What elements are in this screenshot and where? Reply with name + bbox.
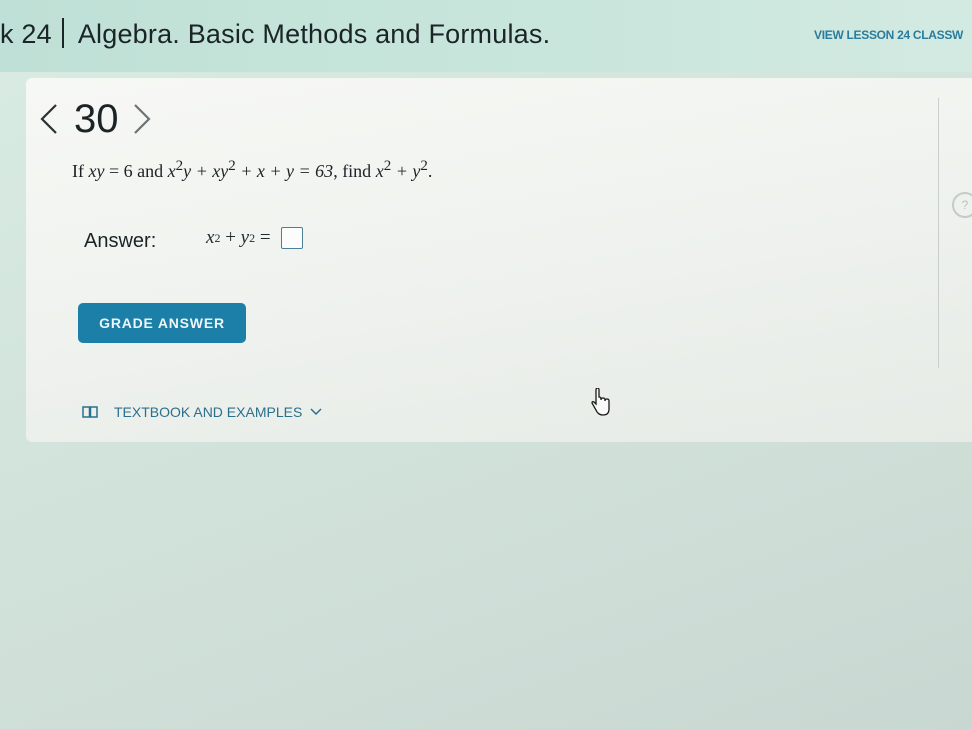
q-x2: x: [375, 161, 384, 181]
hand-cursor-icon: [591, 388, 610, 416]
previous-problem-icon[interactable]: [38, 101, 60, 137]
breadcrumb-week: k 24: [0, 19, 52, 49]
answer-plus: +: [220, 227, 241, 248]
next-problem-icon[interactable]: [131, 101, 153, 137]
answer-label: Answer:: [84, 230, 157, 252]
problem-navigation: 30: [38, 94, 153, 144]
q-plus-y: + y: [391, 161, 421, 181]
problem-number: 30: [74, 96, 119, 141]
q-period: .: [427, 161, 433, 181]
view-lesson-link[interactable]: VIEW LESSON 24 CLASSW: [814, 28, 963, 42]
textbook-toggle[interactable]: TEXTBOOK AND EXAMPLES: [82, 404, 322, 420]
grade-answer-button[interactable]: GRADE ANSWER: [78, 303, 246, 343]
q-eq6: = 6: [104, 161, 133, 181]
q-x: x: [167, 161, 176, 181]
side-help-icon[interactable]: ?: [952, 192, 972, 218]
q-and: and: [132, 161, 164, 181]
page-title: Algebra. Basic Methods and Formulas.: [77, 19, 551, 49]
chevron-down-icon: [310, 408, 322, 416]
answer-y: y: [240, 227, 250, 248]
book-icon: [82, 406, 98, 418]
q-y-plus-xy: y + xy: [183, 161, 229, 181]
q-if: If: [72, 161, 84, 181]
q-xy: xy: [88, 161, 105, 181]
breadcrumb: k 24 Algebra. Basic Methods and Formulas.: [0, 18, 550, 50]
card-divider: [938, 98, 939, 368]
answer-x: x: [206, 227, 215, 248]
answer-input[interactable]: [281, 227, 304, 249]
problem-card: [26, 78, 972, 442]
answer-equals: =: [255, 227, 276, 248]
q-rest: + x + y = 63: [235, 161, 334, 181]
textbook-label: TEXTBOOK AND EXAMPLES: [114, 404, 303, 420]
q-find: , find: [333, 161, 372, 181]
q-exp-b: 2: [228, 158, 236, 174]
problem-statement: If xy = 6 and x2y + xy2 + x + y = 63, fi…: [72, 158, 432, 182]
breadcrumb-separator: [61, 18, 64, 48]
answer-expression: x2 + y2 =: [206, 227, 304, 249]
q-exp-d: 2: [420, 158, 428, 174]
